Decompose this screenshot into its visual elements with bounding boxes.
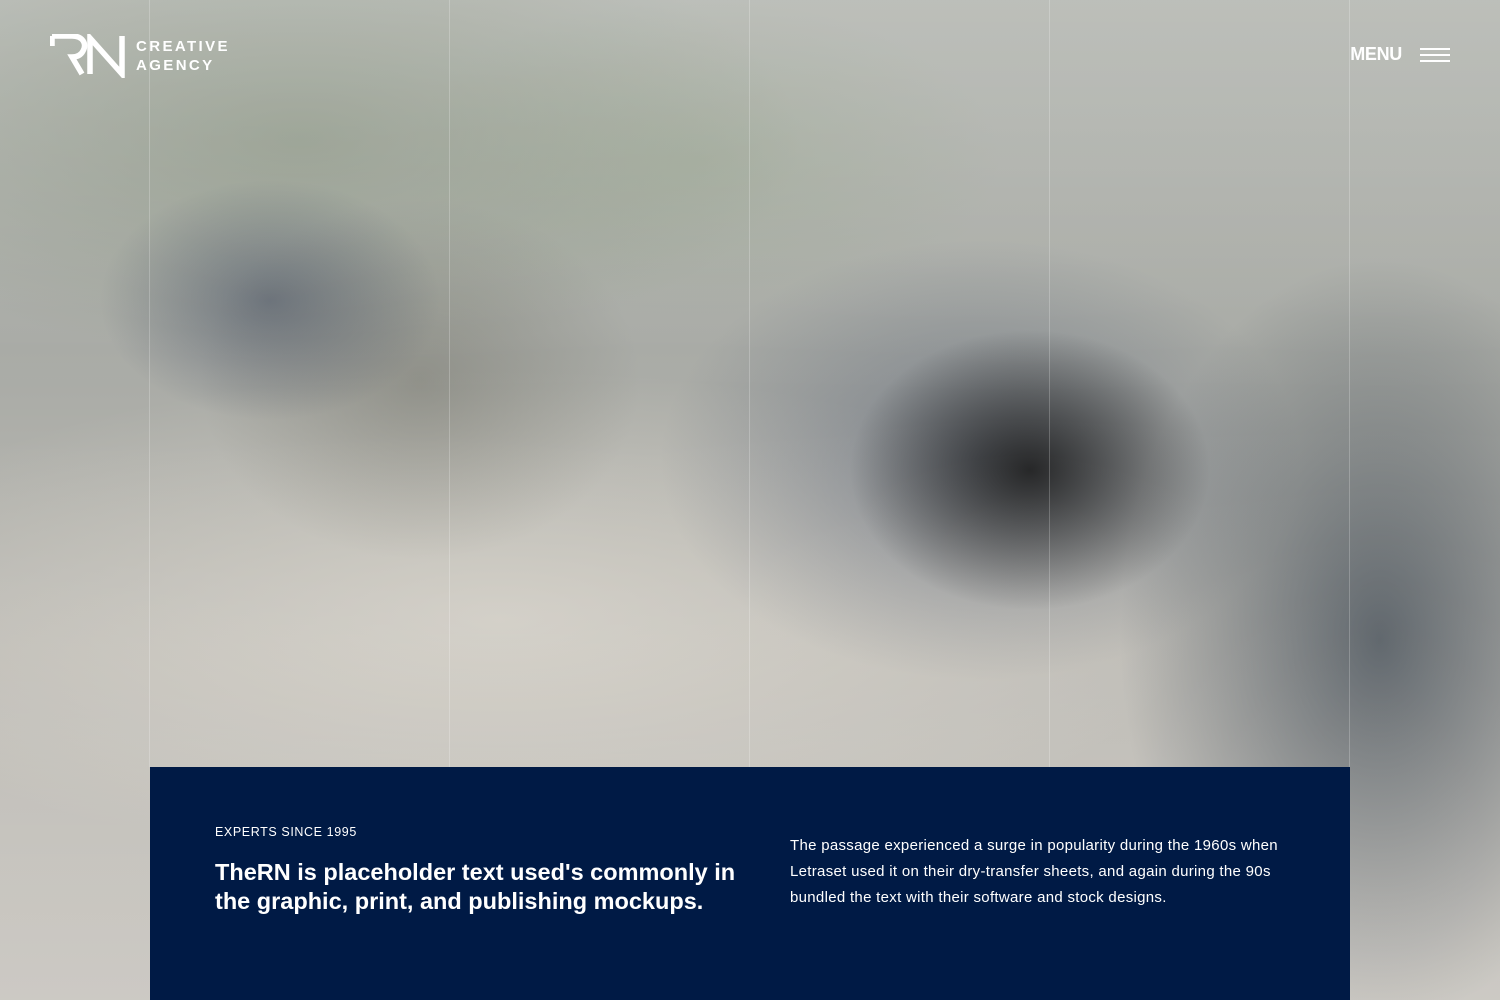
intro-headline: TheRN is placeholder text used's commonl… bbox=[215, 859, 736, 914]
rn-logo-icon bbox=[50, 34, 125, 78]
logo-line-2: AGENCY bbox=[136, 57, 215, 74]
intro-body-text: The passage experienced a surge in popul… bbox=[790, 837, 1278, 906]
grid-line bbox=[1049, 0, 1050, 767]
logo-line-1: CREATIVE bbox=[136, 38, 230, 55]
menu-button[interactable]: MENU bbox=[1350, 44, 1450, 65]
eyebrow-text: EXPERTS SINCE 1995 bbox=[215, 825, 357, 839]
menu-label: MENU bbox=[1350, 44, 1402, 64]
hamburger-icon bbox=[1420, 47, 1450, 62]
grid-line bbox=[749, 0, 750, 767]
grid-line bbox=[149, 0, 150, 767]
intro-panel: EXPERTS SINCE 1995 TheRN is placeholder … bbox=[150, 767, 1350, 1000]
grid-line bbox=[1349, 0, 1350, 767]
grid-line bbox=[449, 0, 450, 767]
site-header: CREATIVE AGENCY MENU bbox=[0, 0, 1500, 110]
logo-wordmark: CREATIVE AGENCY bbox=[136, 37, 230, 75]
logo-link[interactable]: CREATIVE AGENCY bbox=[50, 34, 230, 78]
